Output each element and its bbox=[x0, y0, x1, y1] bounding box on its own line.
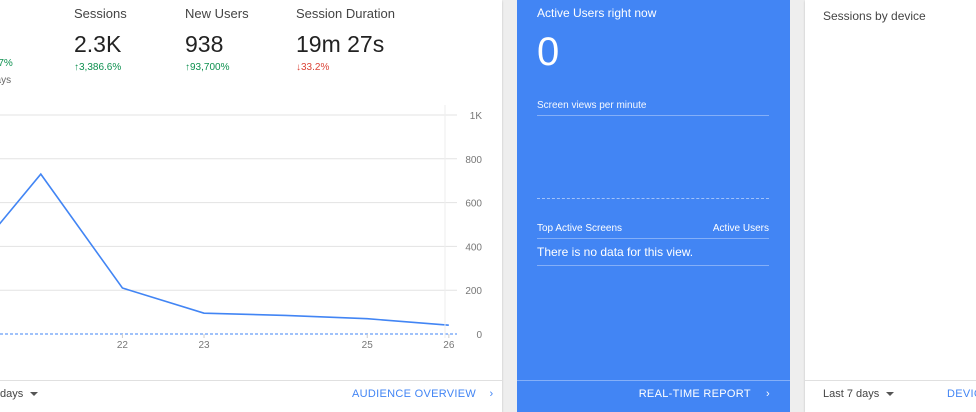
caret-down-icon bbox=[30, 392, 39, 397]
chevron-right-icon: › bbox=[766, 388, 770, 400]
divider bbox=[537, 115, 769, 116]
device-card-title: Sessions by device bbox=[823, 9, 926, 23]
top-active-screens-header: Top Active Screens bbox=[537, 223, 623, 234]
caret-down-icon bbox=[886, 392, 895, 397]
y-tick-label: 0 bbox=[476, 330, 482, 341]
x-tick-label: 25 bbox=[362, 340, 374, 351]
divider bbox=[537, 265, 769, 266]
date-range-dropdown[interactable]: days bbox=[0, 388, 39, 400]
sessions-series-line bbox=[0, 172, 449, 326]
y-tick-label: 400 bbox=[465, 242, 482, 253]
footer-divider bbox=[517, 380, 790, 381]
divider bbox=[537, 238, 769, 239]
device-overview-link[interactable]: DEVIC bbox=[947, 388, 976, 400]
screen-views-label: Screen views per minute bbox=[537, 100, 647, 111]
audience-overview-card: 6.7% days Sessions 2.3K ↑3,386.6% New Us… bbox=[0, 0, 502, 412]
realtime-card: Active Users right now 0 Screen views pe… bbox=[517, 0, 790, 412]
sessions-by-device-card: Sessions by device Last 7 days DEVIC bbox=[805, 0, 976, 412]
audience-overview-link[interactable]: AUDIENCE OVERVIEW › bbox=[352, 388, 493, 400]
footer-divider bbox=[0, 380, 502, 381]
device-date-range-dropdown[interactable]: Last 7 days bbox=[823, 388, 895, 400]
realtime-report-link[interactable]: REAL-TIME REPORT › bbox=[639, 388, 770, 400]
x-tick-label: 26 bbox=[443, 340, 455, 351]
active-users-header: Active Users bbox=[712, 223, 769, 234]
y-tick-label: 1K bbox=[470, 111, 483, 122]
sessions-line-chart: 1K 800 600 400 200 0 22 23 25 26 bbox=[0, 105, 483, 351]
no-data-message: There is no data for this view. bbox=[537, 245, 694, 259]
realtime-title: Active Users right now bbox=[537, 6, 657, 20]
active-users-count: 0 bbox=[537, 30, 560, 74]
x-tick-label: 22 bbox=[117, 340, 129, 351]
x-tick-label: 23 bbox=[198, 340, 210, 351]
chevron-right-icon: › bbox=[489, 388, 494, 400]
footer-divider bbox=[805, 380, 976, 381]
y-tick-label: 200 bbox=[465, 286, 482, 297]
y-tick-label: 600 bbox=[465, 199, 482, 210]
pageviews-baseline bbox=[537, 198, 769, 199]
y-tick-label: 800 bbox=[465, 155, 482, 166]
